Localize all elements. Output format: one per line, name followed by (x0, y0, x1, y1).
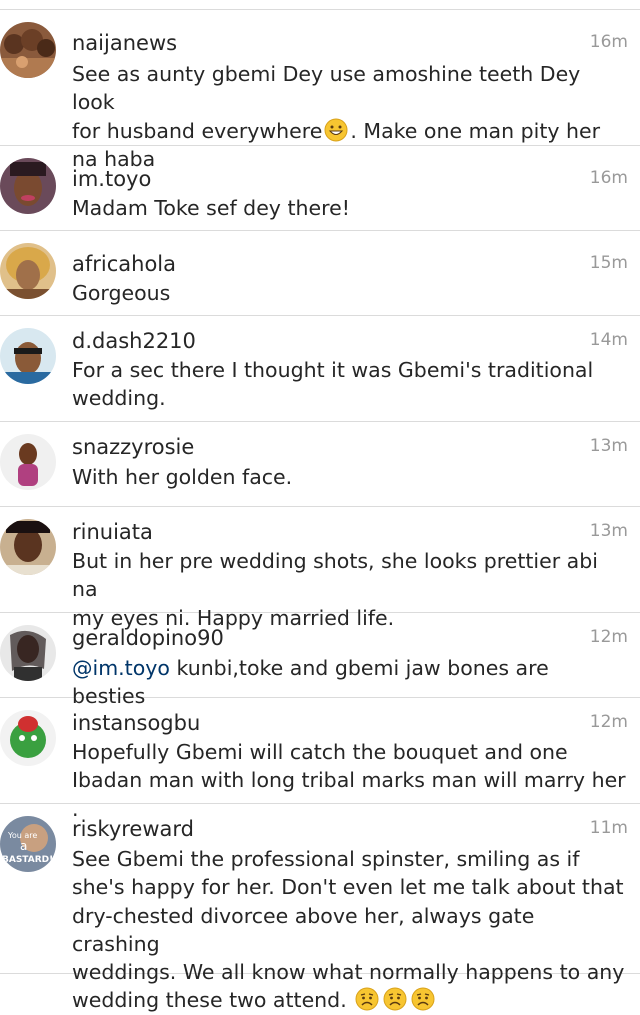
comment-timestamp: 16m (589, 32, 628, 52)
avatar[interactable] (0, 243, 56, 299)
worried-face-icon (355, 987, 379, 1011)
avatar[interactable] (0, 22, 56, 78)
comment-timestamp: 13m (589, 521, 628, 541)
comment-text: See Gbemi the professional spinster, smi… (72, 845, 628, 1015)
avatar[interactable] (0, 519, 56, 575)
comment-text: Gorgeous (72, 281, 171, 305)
comment-username[interactable]: instansogbu (72, 710, 200, 736)
comment-timestamp: 13m (589, 436, 628, 456)
comment-timestamp: 12m (589, 627, 628, 647)
avatar[interactable] (0, 328, 56, 384)
comment-username[interactable]: snazzyrosie (72, 434, 194, 460)
avatar-caption: BASTARD!! (2, 855, 56, 865)
comment-timestamp: 12m (589, 712, 628, 732)
comment-timestamp: 15m (589, 253, 628, 273)
comment-timestamp: 11m (589, 818, 628, 838)
comment-timestamp: 16m (589, 168, 628, 188)
comment-item: geraldopino90 12m @im.toyo kunbi,toke an… (0, 613, 640, 708)
comment-username[interactable]: d.dash2210 (72, 328, 196, 354)
comment-item: im.toyo 16m Madam Toke sef dey there! (0, 146, 640, 231)
comment-text: For a sec there I thought it was Gbemi's… (72, 358, 594, 411)
comment-username[interactable]: africahola (72, 251, 176, 277)
comment-timestamp: 14m (589, 330, 628, 350)
comment-text: Madam Toke sef dey there! (72, 196, 350, 220)
grinning-face-icon (324, 118, 348, 142)
comment-text: With her golden face. (72, 465, 293, 489)
top-divider (0, 0, 640, 10)
comment-text-part: See Gbemi the professional spinster, smi… (72, 847, 625, 1013)
comment-username[interactable]: rinuiata (72, 519, 153, 545)
avatar-caption: a (20, 839, 27, 853)
avatar[interactable] (0, 710, 56, 766)
comment-item: snazzyrosie 13m With her golden face. (0, 422, 640, 507)
comment-username[interactable]: geraldopino90 (72, 625, 224, 651)
worried-face-icon (411, 987, 435, 1011)
comment-item: africahola 15m Gorgeous (0, 231, 640, 316)
comment-item: instansogbu 12m Hopefully Gbemi will cat… (0, 698, 640, 821)
avatar[interactable] (0, 158, 56, 214)
comment-item: rinuiata 13m But in her pre wedding shot… (0, 507, 640, 630)
avatar[interactable]: You are a BASTARD!! (0, 816, 56, 872)
worried-face-icon (383, 987, 407, 1011)
comment-item: naijanews 16m See as aunty gbemi Dey use… (0, 10, 640, 171)
user-mention-link[interactable]: @im.toyo (72, 656, 170, 680)
comment-item: d.dash2210 14m For a sec there I thought… (0, 316, 640, 422)
comment-username[interactable]: naijanews (72, 30, 177, 56)
comment-item: You are a BASTARD!! riskyreward 11m See … (0, 804, 640, 1012)
avatar[interactable] (0, 434, 56, 490)
comment-username[interactable]: im.toyo (72, 166, 151, 192)
comment-username[interactable]: riskyreward (72, 816, 194, 842)
avatar[interactable] (0, 625, 56, 681)
